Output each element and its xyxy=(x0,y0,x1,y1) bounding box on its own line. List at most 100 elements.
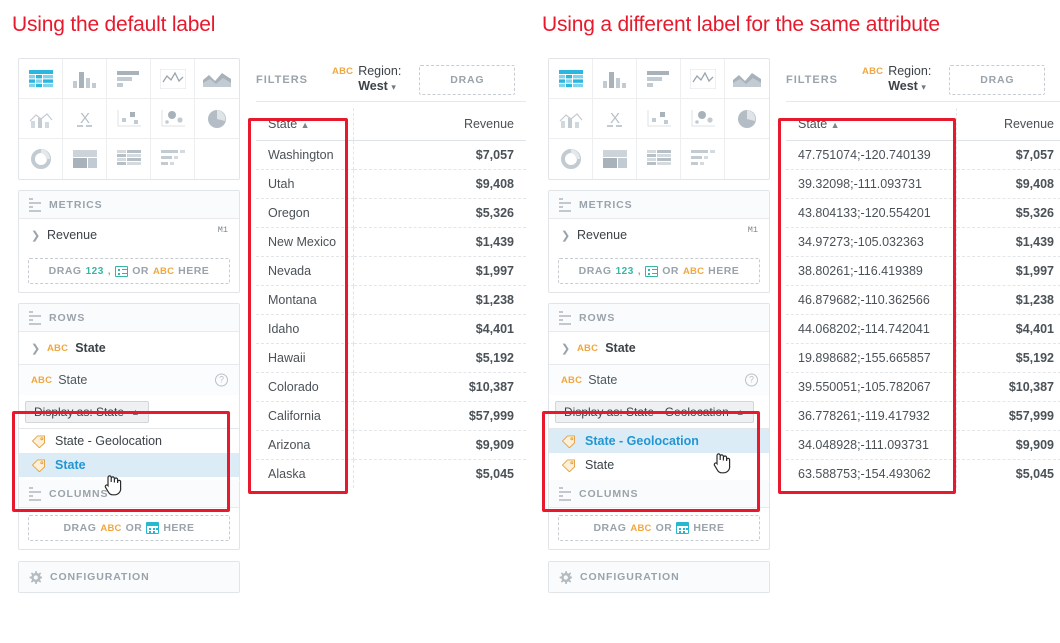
bubble-chart-icon[interactable] xyxy=(151,99,195,139)
list-icon xyxy=(29,198,41,212)
combo-chart-icon[interactable] xyxy=(549,99,593,139)
panel-default-label: Using the default label xyxy=(0,0,530,643)
pie-chart-icon[interactable] xyxy=(725,99,769,139)
table-row: 36.778261;-119.417932$57,999 xyxy=(786,402,1060,431)
help-icon[interactable]: ? xyxy=(745,374,758,387)
column-header-state[interactable]: State ▲ xyxy=(256,108,353,141)
display-as-option-geolocation[interactable]: State - Geolocation xyxy=(19,429,239,453)
pie-chart-icon[interactable] xyxy=(195,99,239,139)
column-chart-icon[interactable] xyxy=(593,59,637,99)
table-icon[interactable] xyxy=(549,59,593,99)
chart-type-picker[interactable]: X xyxy=(18,58,240,180)
display-as-button[interactable]: Display as: State ▲ xyxy=(25,401,149,423)
line-chart-icon[interactable] xyxy=(151,59,195,99)
filter-chip-value: West xyxy=(358,79,388,93)
rows-field-state[interactable]: ❯ ABC State xyxy=(19,332,239,364)
combo-chart-icon[interactable] xyxy=(19,99,63,139)
table-row: 39.32098;-111.093731$9,408 xyxy=(786,170,1060,199)
bar-chart-icon[interactable] xyxy=(637,59,681,99)
bubble-chart-icon[interactable] xyxy=(681,99,725,139)
configuration-header: CONFIGURATION xyxy=(549,562,769,592)
area-chart-icon[interactable] xyxy=(725,59,769,99)
column-header-revenue[interactable]: Revenue xyxy=(956,108,1060,141)
sort-asc-icon: ▲ xyxy=(301,120,310,130)
sort-asc-icon: ▲ xyxy=(831,120,840,130)
scatter-x-icon[interactable]: X xyxy=(593,99,637,139)
display-as-option-state[interactable]: State xyxy=(19,453,239,477)
filters-dragzone[interactable]: DRAG xyxy=(419,65,515,95)
table-row: Idaho$4,401 xyxy=(256,315,526,344)
chart-cell-empty xyxy=(195,139,239,179)
grid-icon xyxy=(115,266,128,277)
svg-text:X: X xyxy=(79,110,89,127)
metrics-dropzone[interactable]: DRAG 123 , OR ABC HERE xyxy=(558,258,760,284)
column-header-revenue[interactable]: Revenue xyxy=(353,108,526,141)
rows-field-state[interactable]: ❯ ABC State xyxy=(549,332,769,364)
chevron-up-icon: ▲ xyxy=(131,407,140,417)
chart-type-grid: X xyxy=(549,59,769,179)
kpi-table-icon[interactable] xyxy=(151,139,195,179)
chevron-right-icon[interactable]: ❯ xyxy=(561,229,570,242)
table-body: Washington$7,057 Utah$9,408 Oregon$5,326… xyxy=(256,141,526,489)
tag-icon xyxy=(561,459,576,472)
metric-field-revenue[interactable]: ❯ Revenue M1 xyxy=(19,219,239,251)
metrics-header: METRICS xyxy=(19,191,239,219)
column-chart-icon[interactable] xyxy=(63,59,107,99)
list-table-icon[interactable] xyxy=(637,139,681,179)
rows-subfield-state[interactable]: ABC State ? xyxy=(549,364,769,395)
visualization-area: FILTERS ABC Region: West ▾ DRAG xyxy=(786,58,1060,488)
bubble-grid-icon[interactable] xyxy=(107,99,151,139)
filter-chip-region[interactable]: ABC Region: West ▾ xyxy=(862,64,931,95)
chart-type-picker[interactable]: X xyxy=(548,58,770,180)
table-body: 47.751074;-120.740139$7,057 39.32098;-11… xyxy=(786,141,1060,489)
scatter-x-icon[interactable]: X xyxy=(63,99,107,139)
list-icon xyxy=(559,311,571,325)
rows-subfield-state[interactable]: ABC State ? xyxy=(19,364,239,395)
metrics-dropzone[interactable]: DRAG 123 , OR ABC HERE xyxy=(28,258,230,284)
column-header-state[interactable]: State ▲ xyxy=(786,108,956,141)
chevron-down-icon[interactable]: ❯ xyxy=(561,342,570,355)
display-as-widget: Display as: State ▲ State - Geolocation … xyxy=(19,395,239,480)
table-row: Colorado$10,387 xyxy=(256,373,526,402)
metric-field-revenue[interactable]: ❯ Revenue M1 xyxy=(549,219,769,251)
configuration-section[interactable]: CONFIGURATION xyxy=(18,561,240,593)
bubble-grid-icon[interactable] xyxy=(637,99,681,139)
help-icon[interactable]: ? xyxy=(215,374,228,387)
chevron-right-icon[interactable]: ❯ xyxy=(31,229,40,242)
columns-header: COLUMNS xyxy=(549,480,769,508)
gear-icon xyxy=(559,571,572,584)
treemap-icon[interactable] xyxy=(593,139,637,179)
filter-chip-region[interactable]: ABC Region: West ▾ xyxy=(332,64,401,95)
chart-type-grid: X xyxy=(19,59,239,179)
table-header-row: State ▲ Revenue xyxy=(786,108,1060,141)
display-as-menu: State - Geolocation State xyxy=(549,428,769,480)
treemap-icon[interactable] xyxy=(63,139,107,179)
donut-chart-icon[interactable] xyxy=(549,139,593,179)
table-row: 46.879682;-110.362566$1,238 xyxy=(786,286,1060,315)
bar-chart-icon[interactable] xyxy=(107,59,151,99)
table-row: Washington$7,057 xyxy=(256,141,526,170)
panel-caption: Using a different label for the same att… xyxy=(542,13,940,37)
list-table-icon[interactable] xyxy=(107,139,151,179)
chevron-up-icon: ▲ xyxy=(736,407,745,417)
display-as-option-geolocation[interactable]: State - Geolocation xyxy=(549,429,769,453)
table-icon[interactable] xyxy=(19,59,63,99)
columns-dropzone[interactable]: DRAG ABC OR HERE xyxy=(28,515,230,541)
display-as-button[interactable]: Display as: State - Geolocation ▲ xyxy=(555,401,754,423)
chevron-down-icon[interactable]: ▾ xyxy=(921,82,926,92)
chevron-down-icon[interactable]: ❯ xyxy=(31,342,40,355)
filters-dragzone[interactable]: DRAG xyxy=(949,65,1045,95)
calendar-icon xyxy=(146,522,159,534)
data-table: State ▲ Revenue 47.751074;-120.740139$7,… xyxy=(786,108,1060,488)
line-chart-icon[interactable] xyxy=(681,59,725,99)
chart-cell-empty xyxy=(725,139,769,179)
columns-dropzone[interactable]: DRAG ABC OR HERE xyxy=(558,515,760,541)
chevron-down-icon[interactable]: ▾ xyxy=(391,82,396,92)
area-chart-icon[interactable] xyxy=(195,59,239,99)
list-icon xyxy=(559,487,571,501)
display-as-option-state[interactable]: State xyxy=(549,453,769,477)
visualization-area: FILTERS ABC Region: West ▾ DRAG xyxy=(256,58,526,488)
donut-chart-icon[interactable] xyxy=(19,139,63,179)
configuration-section[interactable]: CONFIGURATION xyxy=(548,561,770,593)
kpi-table-icon[interactable] xyxy=(681,139,725,179)
